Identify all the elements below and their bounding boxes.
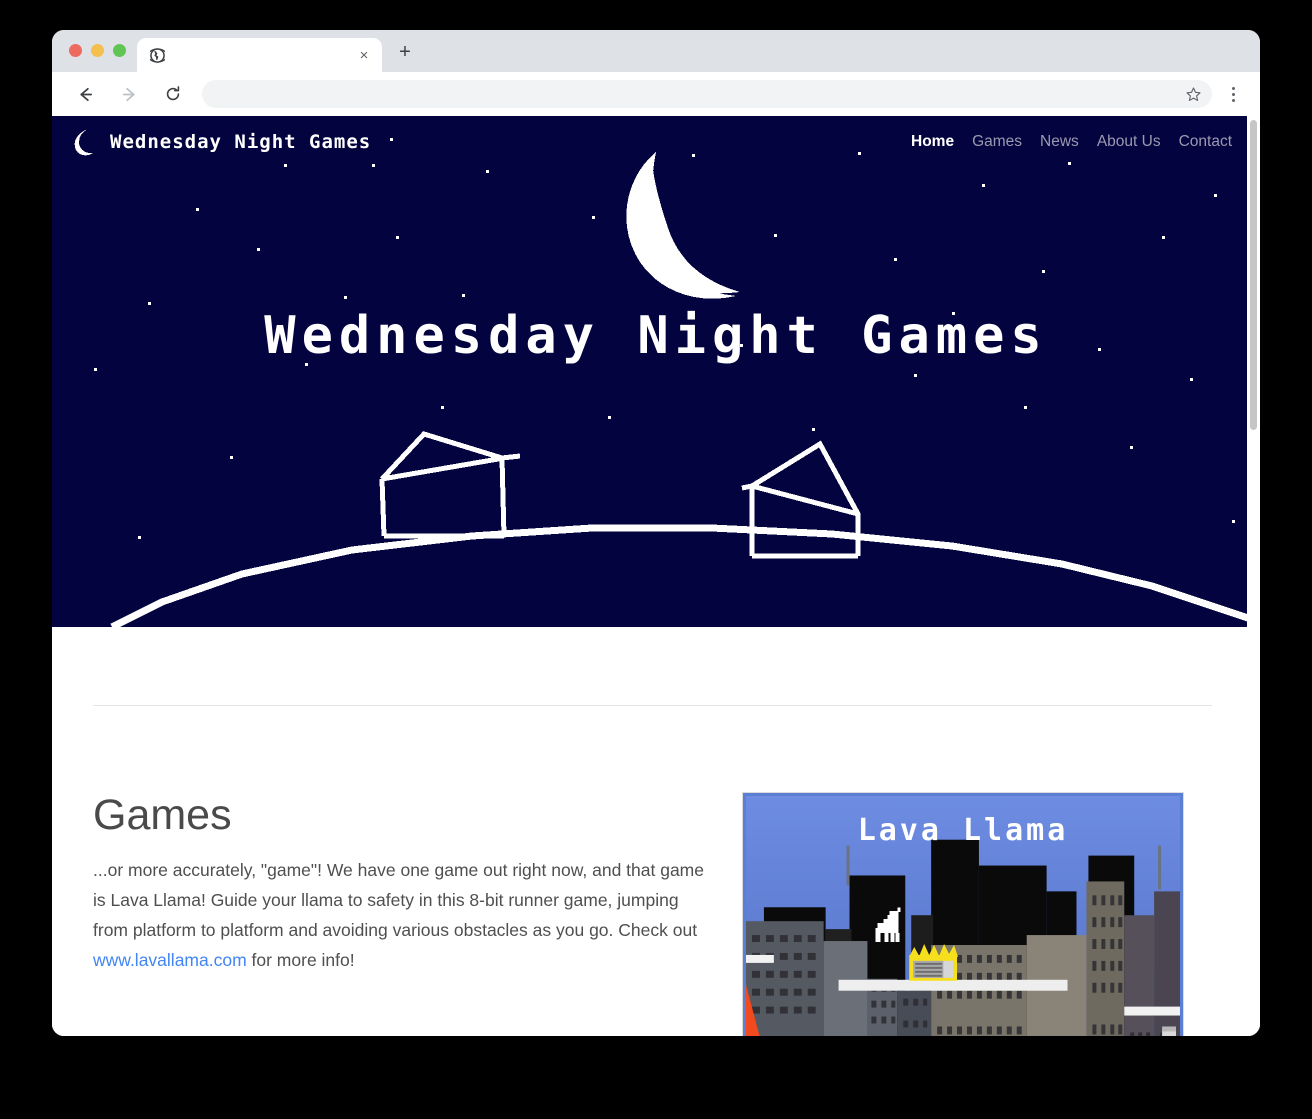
browser-toolbar (52, 72, 1260, 116)
game-title: Lava Llama (857, 813, 1069, 848)
site-header: Wednesday Night Games Home Games News Ab… (52, 116, 1260, 168)
nav-link-home[interactable]: Home (911, 133, 954, 151)
brand-logo[interactable]: Wednesday Night Games (68, 127, 371, 157)
window-traffic-lights (69, 44, 126, 57)
hero-section: Wednesday Night Games Home Games News Ab… (52, 116, 1260, 627)
game-screenshot-card[interactable]: Lava Llama (742, 792, 1184, 1036)
games-text-column: Games ...or more accurately, "game"! We … (93, 791, 708, 1036)
nav-link-games[interactable]: Games (972, 133, 1022, 151)
arrow-right-icon[interactable] (114, 79, 144, 109)
nav-link-about-us[interactable]: About Us (1097, 133, 1161, 151)
hero-moon-and-landscape (110, 152, 1260, 627)
browser-window: × + Wednesday Night Games Home Games New… (52, 30, 1260, 1036)
three-dot-menu-icon[interactable] (1220, 79, 1246, 109)
reload-icon[interactable] (158, 79, 188, 109)
site-navigation: Home Games News About Us Contact (911, 133, 1232, 151)
close-icon[interactable]: × (356, 47, 372, 63)
crescent-moon-icon (626, 152, 740, 299)
arrow-left-icon[interactable] (70, 79, 100, 109)
browser-tab[interactable]: × (137, 38, 382, 72)
page-viewport: Wednesday Night Games Home Games News Ab… (52, 116, 1260, 1036)
page-scrollbar[interactable] (1247, 116, 1260, 1036)
main-content: Games ...or more accurately, "game"! We … (52, 627, 1260, 1036)
page-title: Games (93, 791, 232, 839)
window-minimize-button[interactable] (91, 44, 104, 57)
games-description: ...or more accurately, "game"! We have o… (93, 855, 708, 975)
window-close-button[interactable] (69, 44, 82, 57)
games-description-part1: ...or more accurately, "game"! We have o… (93, 860, 704, 941)
address-bar[interactable] (202, 80, 1212, 108)
screen: × + Wednesday Night Games Home Games New… (0, 0, 1312, 1119)
globe-icon (149, 47, 166, 64)
window-maximize-button[interactable] (113, 44, 126, 57)
new-tab-button[interactable]: + (392, 39, 418, 65)
brand-name: Wednesday Night Games (110, 131, 372, 153)
crescent-moon-icon (68, 127, 96, 157)
nav-link-news[interactable]: News (1040, 133, 1079, 151)
tab-strip: × + (52, 30, 1260, 72)
lava-llama-screenshot: Lava Llama (746, 796, 1180, 1036)
star-icon[interactable] (1182, 83, 1204, 105)
hero-title: Wednesday Night Games (264, 306, 1048, 366)
games-section: Games ...or more accurately, "game"! We … (93, 791, 1212, 1036)
section-divider (93, 705, 1212, 706)
games-description-part2: for more info! (246, 950, 355, 971)
nav-link-contact[interactable]: Contact (1179, 133, 1232, 151)
lavallama-link[interactable]: www.lavallama.com (93, 950, 247, 970)
